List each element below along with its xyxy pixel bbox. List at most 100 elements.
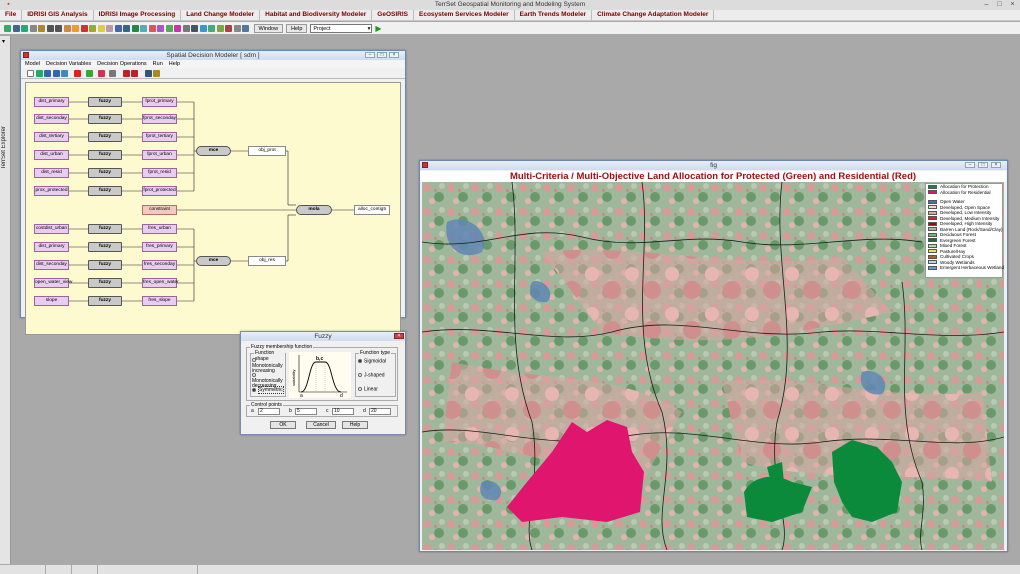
model-icon[interactable] xyxy=(114,24,122,32)
calc-icon[interactable] xyxy=(199,24,207,32)
database-icon[interactable] xyxy=(123,24,130,32)
fuzzy-result-node[interactable]: fprot_resid xyxy=(142,168,177,178)
maximize-icon[interactable]: □ xyxy=(978,162,988,168)
settings-icon[interactable] xyxy=(153,69,160,77)
settings-icon[interactable] xyxy=(233,24,241,32)
help-icon[interactable] xyxy=(242,24,249,32)
layers-icon[interactable] xyxy=(216,24,224,32)
close-icon[interactable]: × xyxy=(389,52,399,58)
input-node[interactable]: dist_resid xyxy=(34,168,69,178)
fuzzy-result-node[interactable]: fres_slope xyxy=(142,296,177,306)
save-icon[interactable] xyxy=(89,24,96,32)
digitize-icon[interactable] xyxy=(72,24,79,32)
input-node[interactable]: dist_seconday xyxy=(34,260,69,270)
control-d-input[interactable]: 20 xyxy=(369,408,391,415)
close-icon[interactable]: × xyxy=(1007,1,1018,9)
fuzzy-result-node[interactable]: fres_urban xyxy=(142,224,177,234)
minimize-icon[interactable]: – xyxy=(365,52,375,58)
explorer-tab-label[interactable]: TerrSet Explorer xyxy=(1,126,7,169)
help-button[interactable]: Help xyxy=(342,421,368,429)
delete-icon[interactable] xyxy=(73,69,81,77)
fuzzy-result-node[interactable]: fprot_protected xyxy=(142,186,177,196)
menu-climate[interactable]: Climate Change Adaptation Modeler xyxy=(592,10,715,20)
fuzzy-result-node[interactable]: fprot_urban xyxy=(142,150,177,160)
fuzzy-result-node[interactable]: fprot_primary xyxy=(142,97,177,107)
mce-operation[interactable]: mce xyxy=(196,256,231,266)
fuzzy-operation[interactable]: fuzzy xyxy=(88,242,122,252)
menu-land-change[interactable]: Land Change Modeler xyxy=(181,10,261,20)
sdm-menu-operations[interactable]: Decision Operations xyxy=(97,60,147,68)
input-node[interactable]: dist_urban xyxy=(34,150,69,160)
cancel-button[interactable]: Cancel xyxy=(306,421,336,429)
pin-icon[interactable]: ▾ xyxy=(2,38,5,45)
obj-res-output[interactable]: obj_res xyxy=(248,256,286,266)
fuzzy-result-node[interactable]: fres_primary xyxy=(142,242,177,252)
ok-button[interactable]: OK xyxy=(270,421,296,429)
fuzzy-operation[interactable]: fuzzy xyxy=(88,186,122,196)
fuzzy-operation[interactable]: fuzzy xyxy=(88,296,122,306)
fuzzy-result-node[interactable]: fprot_tertiary xyxy=(142,132,177,142)
fuzzy-result-node[interactable]: fprot_seconday xyxy=(142,114,177,124)
control-c-input[interactable]: 10 xyxy=(332,408,354,415)
maximize-icon[interactable]: □ xyxy=(994,1,1005,9)
fuzzy-result-node[interactable]: fres_open_water xyxy=(142,278,179,288)
input-node[interactable]: dist_primary xyxy=(34,97,69,107)
tools-icon[interactable] xyxy=(225,24,232,32)
menu-file[interactable]: File xyxy=(0,10,23,20)
grid-icon[interactable] xyxy=(191,24,198,32)
input-node[interactable]: open_water_view xyxy=(34,278,72,288)
cursor-icon[interactable] xyxy=(29,24,37,32)
menu-earth-trends[interactable]: Earth Trends Modeler xyxy=(515,10,593,20)
close-icon[interactable]: × xyxy=(991,162,1001,168)
open-icon[interactable] xyxy=(35,69,43,77)
fuzzy-operation[interactable]: fuzzy xyxy=(88,224,122,234)
display-icon[interactable] xyxy=(12,24,20,32)
menu-idrisi-image[interactable]: IDRISI Image Processing xyxy=(94,10,182,20)
fuzzy-operation[interactable]: fuzzy xyxy=(88,168,122,178)
run-icon[interactable]: ▶ xyxy=(375,24,381,33)
print-icon[interactable] xyxy=(61,69,68,77)
overlay-icon[interactable] xyxy=(174,24,181,32)
input-node[interactable]: costdist_urban xyxy=(34,224,69,234)
minimize-icon[interactable]: – xyxy=(965,162,975,168)
macro-icon[interactable] xyxy=(97,24,105,32)
zoom-out-icon[interactable] xyxy=(55,24,62,32)
zoom-in-icon[interactable] xyxy=(46,24,54,32)
shell-icon[interactable] xyxy=(106,24,113,32)
control-a-input[interactable]: 2 xyxy=(258,408,280,415)
type-option-linear[interactable]: Linear xyxy=(358,387,378,393)
terrset-explorer-panel[interactable]: ▾ TerrSet Explorer xyxy=(0,36,11,564)
query-icon[interactable] xyxy=(38,24,45,32)
input-node[interactable]: slope xyxy=(34,296,69,306)
display-icon[interactable] xyxy=(144,69,152,77)
menu-geosiris[interactable]: GeOSIRIS xyxy=(372,10,415,20)
fuzzy-operation[interactable]: fuzzy xyxy=(88,97,122,107)
constraint-node[interactable]: constraint xyxy=(142,205,177,215)
open-icon[interactable] xyxy=(4,24,11,32)
new-icon[interactable] xyxy=(27,69,34,77)
sdm-menu-help[interactable]: Help xyxy=(169,60,180,68)
fuzzy-operation[interactable]: fuzzy xyxy=(88,278,122,288)
map-view[interactable]: Allocation for Protection Allocation for … xyxy=(422,182,1004,550)
delete-icon[interactable] xyxy=(80,24,88,32)
sdm-menu-variables[interactable]: Decision Variables xyxy=(46,60,91,68)
project-select[interactable]: Project ▾ xyxy=(310,23,373,33)
input-node[interactable]: dist_seconday xyxy=(34,114,69,124)
chart-icon[interactable] xyxy=(148,24,156,32)
sdm-menu-model[interactable]: Model xyxy=(25,60,40,68)
mce-operation[interactable]: mce xyxy=(196,146,231,156)
connect-icon[interactable] xyxy=(109,69,116,77)
shape-option-symmetric[interactable]: Symmetric xyxy=(252,386,286,395)
fuzzy-title-bar[interactable]: Fuzzy × xyxy=(241,332,405,341)
globe-icon[interactable] xyxy=(140,24,147,32)
menu-idrisi-gis[interactable]: IDRISI GIS Analysis xyxy=(22,10,94,20)
input-node[interactable]: dist_primary xyxy=(34,242,69,252)
input-node[interactable]: dist_tertiary xyxy=(34,132,69,142)
image-icon[interactable] xyxy=(131,24,139,32)
fuzzy-operation[interactable]: fuzzy xyxy=(88,150,122,160)
input-node[interactable]: prox_protected xyxy=(34,186,69,196)
save-icon[interactable] xyxy=(44,69,51,77)
save-as-icon[interactable] xyxy=(52,69,60,77)
stop-icon[interactable] xyxy=(131,69,138,77)
composer-icon[interactable] xyxy=(21,24,28,32)
